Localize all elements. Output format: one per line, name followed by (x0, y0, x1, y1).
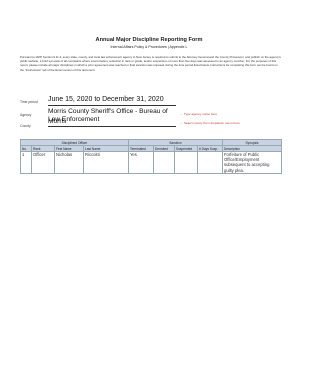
intro-paragraph: Pursuant to IAPP Section 9.11.2, every s… (20, 55, 281, 72)
cell-days-susp[interactable] (197, 151, 223, 174)
cell-demoted[interactable] (153, 151, 175, 174)
cell-last-name[interactable]: Riccoitti (83, 151, 129, 174)
county-label: County (20, 124, 31, 128)
county-field[interactable]: Morris (48, 118, 176, 126)
discipline-table: Disciplined Officer Sanction Synopsis No… (20, 139, 282, 174)
county-underline (48, 126, 176, 127)
form-subtitle: Internal Affairs Policy & Procedures | A… (110, 45, 188, 49)
time-period-underline (48, 105, 176, 106)
report-form-page: Annual Major Discipline Reporting Form I… (0, 0, 298, 386)
table-row: 1 Officer Nicholas Riccoitti Yes Forfeit… (20, 151, 282, 174)
form-title: Annual Major Discipline Reporting Form (95, 37, 203, 43)
cell-terminated[interactable]: Yes (128, 151, 154, 174)
cell-no[interactable]: 1 (20, 151, 32, 174)
cell-rank[interactable]: Officer (31, 151, 55, 174)
time-period-field[interactable]: June 15, 2020 to December 31, 2020 (48, 96, 176, 104)
agency-label: Agency (20, 113, 32, 117)
time-period-label: Time period (20, 100, 38, 104)
county-note: ← Select county from dropdown menu here (180, 121, 240, 125)
cell-suspended[interactable] (174, 151, 198, 174)
cell-first-name[interactable]: Nicholas (54, 151, 84, 174)
agency-note: ← Type agency name here (180, 112, 218, 116)
cell-description[interactable]: Forfeiture of Public Office/Employment s… (222, 151, 282, 174)
